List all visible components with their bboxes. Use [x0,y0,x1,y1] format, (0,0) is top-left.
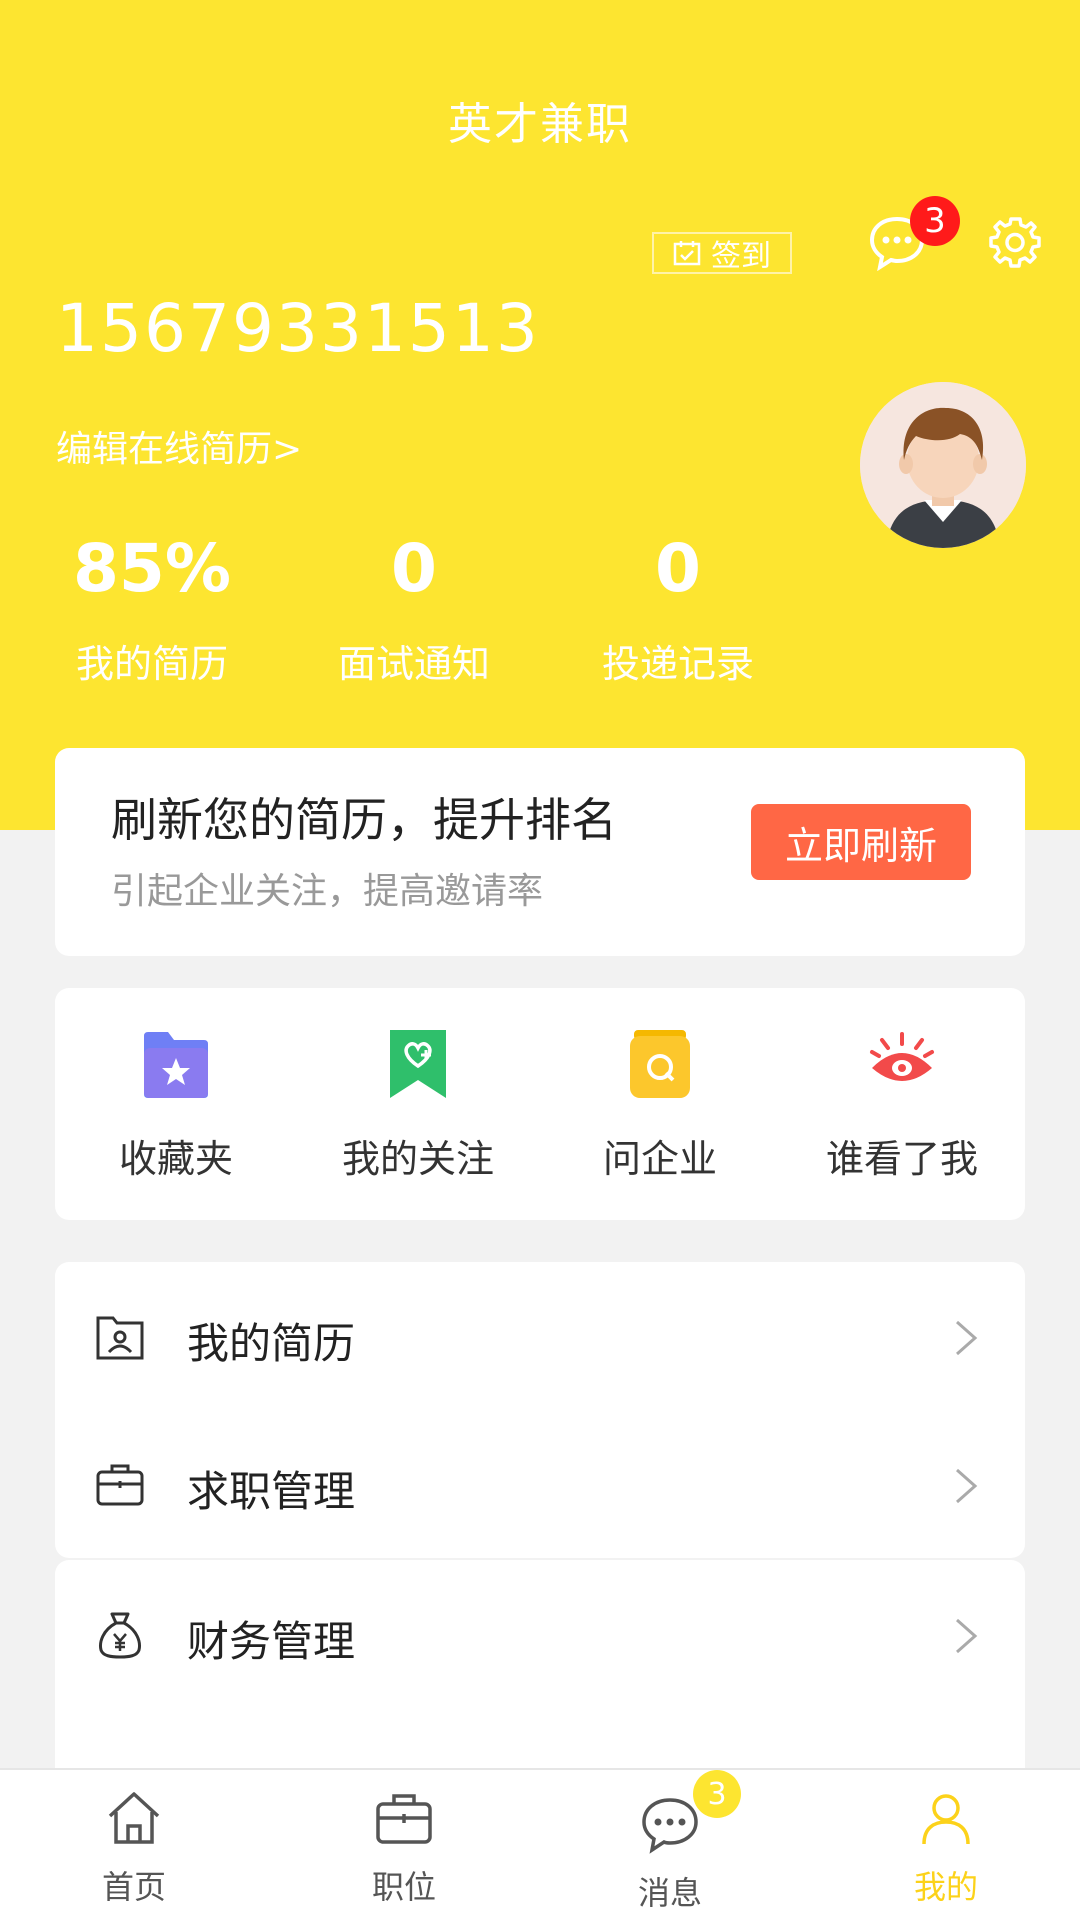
profile-header: 英才兼职 签到 3 15679331513 编辑在线简历> 85% 我的简历 0… [0,0,1080,830]
stat-label: 投递记录 [601,642,754,686]
tab-mine[interactable]: 我的 [856,1788,1036,1908]
quick-action-favorites[interactable]: 收藏夹 [55,1028,297,1183]
quick-action-who-viewed-me[interactable]: 谁看了我 [781,1028,1023,1183]
signin-label: 签到 [711,239,771,274]
message-count-badge: 3 [910,196,960,246]
tab-label: 我的 [913,1868,978,1906]
resume-folder-icon [96,1316,144,1360]
tab-label: 消息 [637,1874,702,1912]
briefcase-icon [96,1464,144,1506]
calendar-icon [673,241,701,266]
menu-list: 我的简历 求职管理 [55,1262,1025,1558]
quick-action-ask-company[interactable]: 问企业 [539,1028,781,1183]
quick-action-label: 收藏夹 [118,1137,233,1181]
ask-company-icon [630,1030,690,1098]
tab-home[interactable]: 首页 [44,1788,224,1908]
heart-bookmark-icon [390,1030,446,1098]
eye-icon [870,1032,934,1081]
chevron-right-icon [956,1320,978,1356]
menu-item-label: 求职管理 [187,1467,356,1516]
edit-resume-link[interactable]: 编辑在线简历> [56,420,302,472]
quick-action-label: 问企业 [602,1137,717,1181]
app-title: 英才兼职 [448,99,632,150]
money-bag-icon [99,1612,141,1659]
chat-icon [642,1798,698,1854]
gear-icon[interactable] [988,215,1042,269]
refresh-title: 刷新您的简历，提升排名 [111,793,617,847]
stat-label: 面试通知 [337,642,490,686]
person-icon [922,1794,970,1845]
user-phone: 15679331513 [56,290,540,367]
bottom-tab-bar: 首页 职位 消息 我的 [0,1768,1080,1922]
stat-value: 85% [73,530,231,607]
menu-item-label: 财务管理 [187,1617,356,1666]
stat-value: 0 [655,530,701,607]
stat-label: 我的简历 [75,642,228,686]
tab-label: 首页 [101,1868,166,1906]
refresh-subtitle: 引起企业关注，提高邀请率 [111,871,544,912]
chevron-right-icon [956,1618,978,1654]
favorites-folder-icon [144,1032,208,1098]
stat-interviews[interactable]: 0 面试通知 [294,530,534,688]
briefcase-icon [376,1794,432,1844]
signin-button[interactable]: 签到 [652,232,792,274]
stat-deliveries[interactable]: 0 投递记录 [558,530,798,688]
avatar-illustration [860,382,1026,548]
stat-value: 0 [391,530,437,607]
chevron-right-icon [956,1468,978,1504]
stat-resume[interactable]: 85% 我的简历 [32,530,272,688]
quick-action-label: 我的关注 [341,1137,494,1181]
tab-label: 职位 [371,1868,436,1906]
tab-jobs[interactable]: 职位 [314,1788,494,1908]
quick-action-following[interactable]: 我的关注 [297,1028,539,1183]
home-icon [108,1792,160,1844]
avatar[interactable] [860,382,1026,548]
refresh-now-button[interactable]: 立即刷新 [751,804,971,880]
refresh-resume-card: 刷新您的简历，提升排名 引起企业关注，提高邀请率 立即刷新 [55,748,1025,956]
menu-item-label: 我的简历 [187,1319,356,1368]
menu-item-my-resume[interactable]: 我的简历 [55,1262,1025,1410]
menu-item-job-management[interactable]: 求职管理 [55,1410,1025,1558]
quick-action-label: 谁看了我 [825,1137,978,1181]
quick-actions: 收藏夹 我的关注 问企业 谁看了我 [55,988,1025,1220]
tab-message-badge: 3 [693,1770,741,1818]
menu-item-finance[interactable]: 财务管理 [55,1560,1025,1708]
tab-messages[interactable]: 消息 [580,1794,760,1914]
